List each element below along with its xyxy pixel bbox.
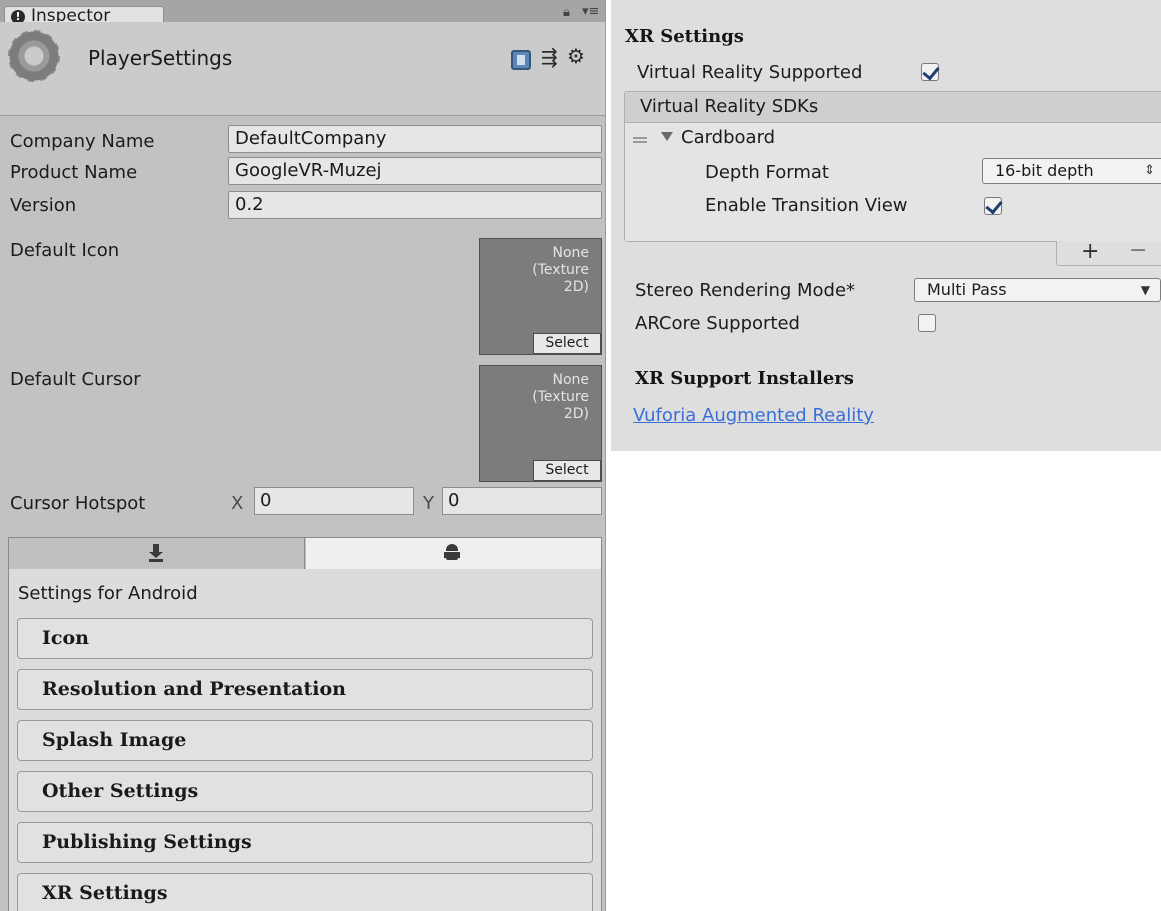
default-icon-select-button[interactable]: Select (533, 333, 601, 354)
cursor-hotspot-label: Cursor Hotspot (10, 493, 146, 514)
page-title: PlayerSettings (88, 46, 233, 70)
section-icon[interactable]: Icon (17, 618, 593, 659)
vr-sdk-list: Virtual Reality SDKs Cardboard Depth For… (624, 91, 1161, 242)
section-resolution-presentation[interactable]: Resolution and Presentation (17, 669, 593, 710)
xr-settings-panel: XR Settings Virtual Reality Supported Vi… (611, 0, 1161, 451)
default-icon-label: Default Icon (10, 240, 120, 261)
texture-none-text: None (Texture 2D) (532, 245, 589, 295)
enable-transition-checkbox[interactable] (984, 197, 1002, 215)
tab-strip: ! Inspector 🔒︎ ▾≡ (0, 0, 605, 25)
stereo-rendering-value: Multi Pass (927, 280, 1007, 299)
android-icon (444, 544, 460, 562)
depth-format-label: Depth Format (705, 162, 829, 183)
product-name-label: Product Name (10, 162, 138, 183)
platform-settings-area: Settings for Android Icon Resolution and… (8, 569, 602, 911)
depth-format-value: 16-bit depth (995, 161, 1094, 180)
platform-tabs (8, 537, 602, 570)
stereo-rendering-label: Stereo Rendering Mode* (635, 280, 856, 301)
remove-sdk-button[interactable]: − (1129, 239, 1147, 263)
drag-handle-icon[interactable] (633, 137, 647, 143)
default-icon-texture-slot[interactable]: None (Texture 2D) Select (479, 238, 602, 355)
dropdown-updown-icon: ⇕ (1144, 163, 1155, 178)
section-xr-settings[interactable]: XR Settings (17, 873, 593, 911)
chevron-down-icon: ▼ (1140, 283, 1150, 297)
vr-supported-checkbox[interactable] (921, 63, 939, 81)
version-field[interactable]: 0.2 (228, 191, 602, 219)
section-splash-image[interactable]: Splash Image (17, 720, 593, 761)
hotspot-x-label: X (231, 493, 244, 514)
settings-gear-icon[interactable]: ⚙ (567, 44, 585, 68)
standalone-download-icon (149, 544, 163, 562)
foldout-arrow-icon[interactable] (661, 132, 673, 141)
stereo-rendering-dropdown[interactable]: Multi Pass ▼ (914, 278, 1161, 302)
tab-android[interactable] (306, 538, 601, 569)
list-add-remove: + − (1056, 239, 1161, 266)
arcore-supported-label: ARCore Supported (635, 313, 800, 334)
hotspot-x-field[interactable]: 0 (254, 487, 414, 515)
texture-none-text: None (Texture 2D) (532, 372, 589, 422)
lock-icon[interactable]: 🔒︎ (563, 5, 570, 20)
depth-format-dropdown[interactable]: 16-bit depth ⇕ (982, 158, 1161, 184)
default-cursor-select-button[interactable]: Select (533, 460, 601, 481)
company-name-label: Company Name (10, 131, 155, 152)
hotspot-y-field[interactable]: 0 (442, 487, 602, 515)
xr-installers-title: XR Support Installers (635, 368, 854, 389)
hotspot-y-label: Y (423, 493, 434, 514)
arcore-supported-checkbox[interactable] (918, 314, 936, 332)
cardboard-label[interactable]: Cardboard (681, 127, 775, 148)
default-cursor-texture-slot[interactable]: None (Texture 2D) Select (479, 365, 602, 482)
vuforia-link[interactable]: Vuforia Augmented Reality (633, 405, 874, 426)
section-publishing-settings[interactable]: Publishing Settings (17, 822, 593, 863)
player-settings-gear-icon (8, 30, 60, 82)
inspector-panel: ! Inspector 🔒︎ ▾≡ PlayerSettings ⇶ ⚙ Comp… (0, 0, 606, 911)
product-name-field[interactable]: GoogleVR-Muzej (228, 157, 602, 185)
default-cursor-label: Default Cursor (10, 369, 141, 390)
vr-sdk-list-item: Cardboard Depth Format 16-bit depth ⇕ En… (625, 123, 1161, 241)
tab-standalone[interactable] (9, 538, 305, 569)
enable-transition-label: Enable Transition View (705, 195, 908, 216)
section-other-settings[interactable]: Other Settings (17, 771, 593, 812)
add-sdk-button[interactable]: + (1081, 240, 1099, 264)
vr-supported-label: Virtual Reality Supported (637, 62, 863, 83)
settings-for-android-title: Settings for Android (18, 583, 198, 604)
preset-sliders-icon[interactable]: ⇶ (541, 45, 558, 69)
help-book-icon[interactable] (511, 50, 531, 70)
vr-sdk-list-header: Virtual Reality SDKs (625, 92, 1161, 123)
version-label: Version (10, 195, 77, 216)
xr-settings-title: XR Settings (625, 26, 744, 47)
tab-menu-icon[interactable]: ▾≡ (582, 4, 599, 19)
company-name-field[interactable]: DefaultCompany (228, 125, 602, 153)
